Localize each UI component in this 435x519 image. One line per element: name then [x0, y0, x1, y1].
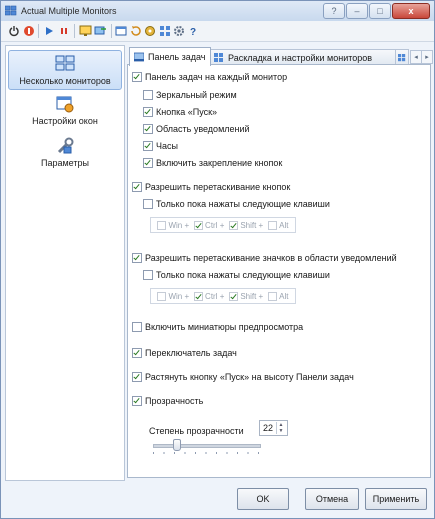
tab-label: Панель задач — [148, 52, 206, 62]
checkbox-box[interactable] — [132, 372, 142, 382]
thumbnails-checkbox[interactable]: Включить миниатюры предпросмотра — [132, 322, 303, 332]
play-icon[interactable] — [42, 24, 55, 37]
close-button[interactable]: x — [392, 3, 430, 19]
tools-icon — [57, 137, 74, 154]
checkbox-box[interactable] — [132, 182, 142, 192]
ctrl-key-checkbox[interactable]: Ctrl + — [194, 291, 224, 301]
drag-tray-checkbox[interactable]: Разрешить перетаскивание значков в облас… — [132, 253, 397, 263]
drag-buttons-keys-group: Win + Ctrl + Shift + Alt — [150, 217, 296, 233]
grid-icon[interactable] — [158, 24, 171, 37]
stretch-start-checkbox[interactable]: Растянуть кнопку «Пуск» на высоту Панели… — [132, 372, 354, 382]
checkbox-box[interactable] — [143, 199, 153, 209]
title-bar[interactable]: Actual Multiple Monitors ? – □ x — [1, 1, 434, 21]
toolbar: ? — [1, 21, 434, 42]
transparency-spinbox[interactable]: 22 ▲ ▼ — [259, 420, 288, 436]
shift-key-checkbox[interactable]: Shift + — [229, 291, 263, 301]
checkbox-box[interactable] — [132, 322, 142, 332]
drag-tray-keys-checkbox[interactable]: Только пока нажаты следующие клавиши — [143, 270, 330, 280]
maximize-button[interactable]: □ — [369, 3, 391, 19]
sidebar-item-label: Параметры — [41, 158, 89, 168]
checkbox-box[interactable] — [132, 253, 142, 263]
checkbox-box[interactable] — [143, 141, 153, 151]
ok-button[interactable]: OK — [237, 488, 289, 510]
sidebar: Несколько мониторов Настройки окон Парам… — [5, 45, 125, 481]
pause-icon[interactable] — [57, 24, 70, 37]
power-icon[interactable] — [7, 24, 20, 37]
minimize-button[interactable]: – — [346, 3, 368, 19]
clock-checkbox[interactable]: Часы — [143, 141, 178, 151]
more-tab-icon — [398, 53, 406, 61]
sidebar-item-label: Настройки окон — [32, 116, 98, 126]
svg-text:?: ? — [190, 27, 196, 37]
checkbox-box[interactable] — [132, 348, 142, 358]
win-key-checkbox[interactable]: Win + — [157, 291, 189, 301]
spin-arrows-icon[interactable]: ▲ ▼ — [276, 422, 285, 434]
monitor-arrow-icon[interactable] — [94, 24, 107, 37]
app-window: Actual Multiple Monitors ? – □ x ? Неско… — [0, 0, 435, 519]
apply-button[interactable]: Применить — [365, 488, 427, 510]
window-settings-icon — [56, 96, 74, 113]
checkbox-box[interactable] — [143, 90, 153, 100]
checkbox-box[interactable] — [132, 396, 142, 406]
taskbar-tab-icon — [134, 52, 144, 62]
tab-label: Раскладка и настройки мониторов — [228, 52, 373, 63]
tab-more[interactable] — [395, 49, 409, 65]
mirror-checkbox[interactable]: Зеркальный режим — [143, 90, 237, 100]
slider-track — [153, 444, 261, 448]
drag-buttons-checkbox[interactable]: Разрешить перетаскивание кнопок — [132, 182, 290, 192]
stop-icon[interactable] — [22, 24, 35, 37]
window-icon[interactable] — [115, 24, 128, 37]
sidebar-item-parameters[interactable]: Параметры — [6, 136, 124, 172]
transparency-value[interactable]: 22 — [260, 423, 276, 433]
window-title: Actual Multiple Monitors — [21, 6, 117, 16]
win-key-checkbox[interactable]: Win + — [157, 220, 189, 230]
sidebar-item-window-settings[interactable]: Настройки окон — [6, 94, 124, 130]
alt-key-checkbox[interactable]: Alt — [268, 220, 288, 230]
checkbox-box[interactable] — [143, 107, 153, 117]
transparency-slider[interactable] — [151, 439, 261, 455]
help-icon[interactable]: ? — [186, 24, 199, 37]
multi-monitor-icon — [55, 55, 75, 71]
notification-area-checkbox[interactable]: Область уведомлений — [143, 124, 250, 134]
tab-layout[interactable]: Раскладка и настройки мониторов — [209, 49, 397, 65]
sidebar-item-multi-monitor[interactable]: Несколько мониторов — [8, 50, 122, 90]
shift-key-checkbox[interactable]: Shift + — [229, 220, 263, 230]
cancel-button[interactable]: Отмена — [305, 488, 359, 510]
layout-tab-icon — [214, 52, 223, 62]
slider-thumb[interactable] — [173, 439, 182, 451]
help-window-button[interactable]: ? — [323, 3, 345, 19]
ctrl-key-checkbox[interactable]: Ctrl + — [194, 220, 224, 230]
drag-tray-keys-group: Win + Ctrl + Shift + Alt — [150, 288, 296, 304]
monitor-icon[interactable] — [79, 24, 92, 37]
transparency-checkbox[interactable]: Прозрачность — [132, 396, 203, 406]
checkbox-box[interactable] — [143, 124, 153, 134]
app-icon — [5, 5, 17, 16]
pin-buttons-checkbox[interactable]: Включить закрепление кнопок — [143, 158, 282, 168]
sidebar-item-label: Несколько мониторов — [19, 76, 111, 86]
tab-bar: Панель задач Раскладка и настройки монит… — [129, 47, 433, 66]
refresh-icon[interactable] — [129, 24, 142, 37]
tab-scroll-right-icon[interactable]: ▸ — [421, 50, 433, 64]
checkbox-box[interactable] — [143, 158, 153, 168]
desktop-icon[interactable] — [143, 24, 156, 37]
checkbox-box[interactable] — [132, 72, 142, 82]
slider-ticks — [153, 452, 259, 454]
start-button-checkbox[interactable]: Кнопка «Пуск» — [143, 107, 217, 117]
task-switcher-checkbox[interactable]: Переключатель задач — [132, 348, 237, 358]
checkbox-box[interactable] — [143, 270, 153, 280]
transparency-level-label: Степень прозрачности — [149, 426, 244, 436]
per-monitor-checkbox[interactable]: Панель задач на каждый монитор — [132, 72, 287, 82]
alt-key-checkbox[interactable]: Alt — [268, 291, 288, 301]
drag-buttons-keys-checkbox[interactable]: Только пока нажаты следующие клавиши — [143, 199, 330, 209]
gear-icon[interactable] — [172, 24, 185, 37]
tab-taskbar[interactable]: Панель задач — [129, 47, 211, 66]
